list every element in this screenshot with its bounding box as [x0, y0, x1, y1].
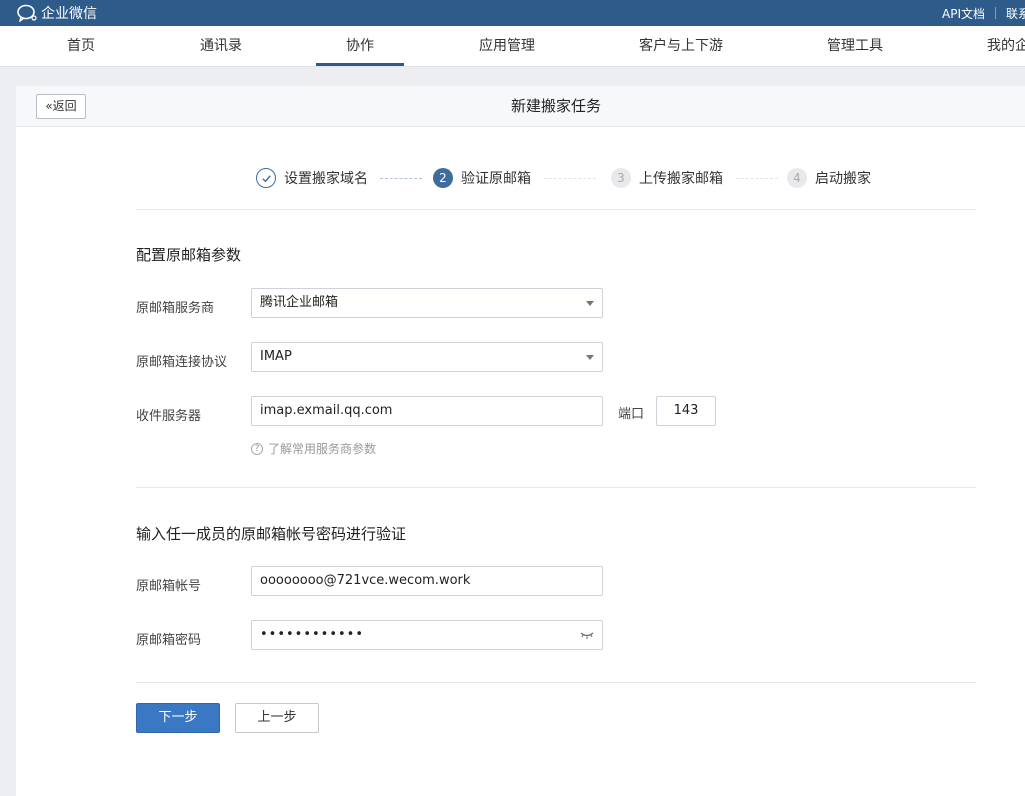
nav-item-contacts[interactable]: 通讯录 — [200, 26, 242, 66]
port-input[interactable]: 143 — [656, 396, 716, 426]
divider — [136, 682, 976, 683]
step-label: 启动搬家 — [815, 171, 871, 187]
protocol-label: 原邮箱连接协议 — [136, 355, 228, 370]
config-section-title: 配置原邮箱参数 — [136, 246, 242, 264]
step-1: 设置搬家域名 — [256, 166, 368, 190]
nav-item-collaboration[interactable]: 协作 — [316, 26, 404, 66]
logo-text: 企业微信 — [41, 6, 97, 22]
step-4: 4 启动搬家 — [787, 166, 871, 190]
step-2: 2 验证原邮箱 — [433, 166, 531, 190]
step-number: 3 — [611, 168, 631, 188]
main-nav: 首页 通讯录 协作 应用管理 客户与上下游 管理工具 我的企 — [0, 26, 1025, 67]
step-number: 4 — [787, 168, 807, 188]
step-3: 3 上传搬家邮箱 — [611, 166, 723, 190]
password-value: •••••••••••• — [260, 627, 365, 642]
nav-item-management-tools[interactable]: 管理工具 — [827, 26, 883, 66]
step-connector — [736, 178, 778, 179]
page-title: 新建搬家任务 — [510, 97, 601, 115]
back-label: 返回 — [52, 99, 77, 113]
step-connector — [544, 178, 596, 179]
server-label: 收件服务器 — [136, 409, 202, 424]
protocol-value: IMAP — [260, 349, 292, 364]
step-connector — [380, 178, 422, 179]
back-button[interactable]: «返回 — [36, 94, 86, 119]
next-step-button[interactable]: 下一步 — [136, 703, 220, 733]
provider-select[interactable]: 腾讯企业邮箱 — [251, 288, 603, 318]
step-label: 验证原邮箱 — [461, 171, 531, 187]
protocol-select[interactable]: IMAP — [251, 342, 603, 372]
question-circle-icon: ? — [251, 442, 263, 455]
step-label: 设置搬家域名 — [284, 171, 368, 187]
provider-value: 腾讯企业邮箱 — [260, 295, 339, 310]
top-bar: 企业微信 API文档 联系 — [0, 0, 1025, 26]
caret-down-icon — [586, 301, 594, 306]
api-docs-link[interactable]: API文档 — [942, 5, 985, 22]
nav-item-home[interactable]: 首页 — [67, 26, 95, 66]
nav-item-app-management[interactable]: 应用管理 — [479, 26, 535, 66]
link-separator — [995, 7, 996, 19]
panel-header: 新建搬家任务 «返回 — [16, 86, 1025, 127]
account-label: 原邮箱帐号 — [136, 579, 202, 594]
double-chevron-left-icon: « — [45, 99, 53, 113]
step-label: 上传搬家邮箱 — [639, 171, 723, 187]
step-number: 2 — [433, 168, 453, 188]
check-icon — [256, 168, 276, 188]
contact-link[interactable]: 联系 — [1006, 5, 1025, 22]
divider — [136, 209, 976, 210]
account-input[interactable]: oooooooo@721vce.wecom.work — [251, 566, 603, 596]
server-value: imap.exmail.qq.com — [260, 403, 393, 418]
provider-label: 原邮箱服务商 — [136, 301, 215, 316]
chat-bubble-icon — [17, 4, 37, 22]
wecom-logo[interactable]: 企业微信 — [16, 2, 97, 24]
password-label: 原邮箱密码 — [136, 633, 202, 648]
help-text: 了解常用服务商参数 — [268, 442, 377, 456]
nav-item-customers[interactable]: 客户与上下游 — [639, 26, 723, 66]
previous-step-button[interactable]: 上一步 — [235, 703, 319, 733]
provider-help-link[interactable]: ? 了解常用服务商参数 — [251, 440, 376, 457]
nav-item-my-company[interactable]: 我的企 — [987, 26, 1025, 66]
divider — [136, 487, 976, 488]
account-value: oooooooo@721vce.wecom.work — [260, 573, 471, 588]
server-input[interactable]: imap.exmail.qq.com — [251, 396, 603, 426]
caret-down-icon — [586, 355, 594, 360]
port-label: 端口 — [618, 407, 645, 422]
top-links: API文档 联系 — [942, 0, 1025, 26]
verify-section-title: 输入任一成员的原邮箱帐号密码进行验证 — [136, 525, 407, 543]
eye-closed-icon[interactable] — [580, 630, 594, 640]
migration-panel: 新建搬家任务 «返回 设置搬家域名 2 验证原邮箱 3 上传搬家邮箱 4 启动搬… — [16, 86, 1025, 796]
password-input[interactable]: •••••••••••• — [251, 620, 603, 650]
